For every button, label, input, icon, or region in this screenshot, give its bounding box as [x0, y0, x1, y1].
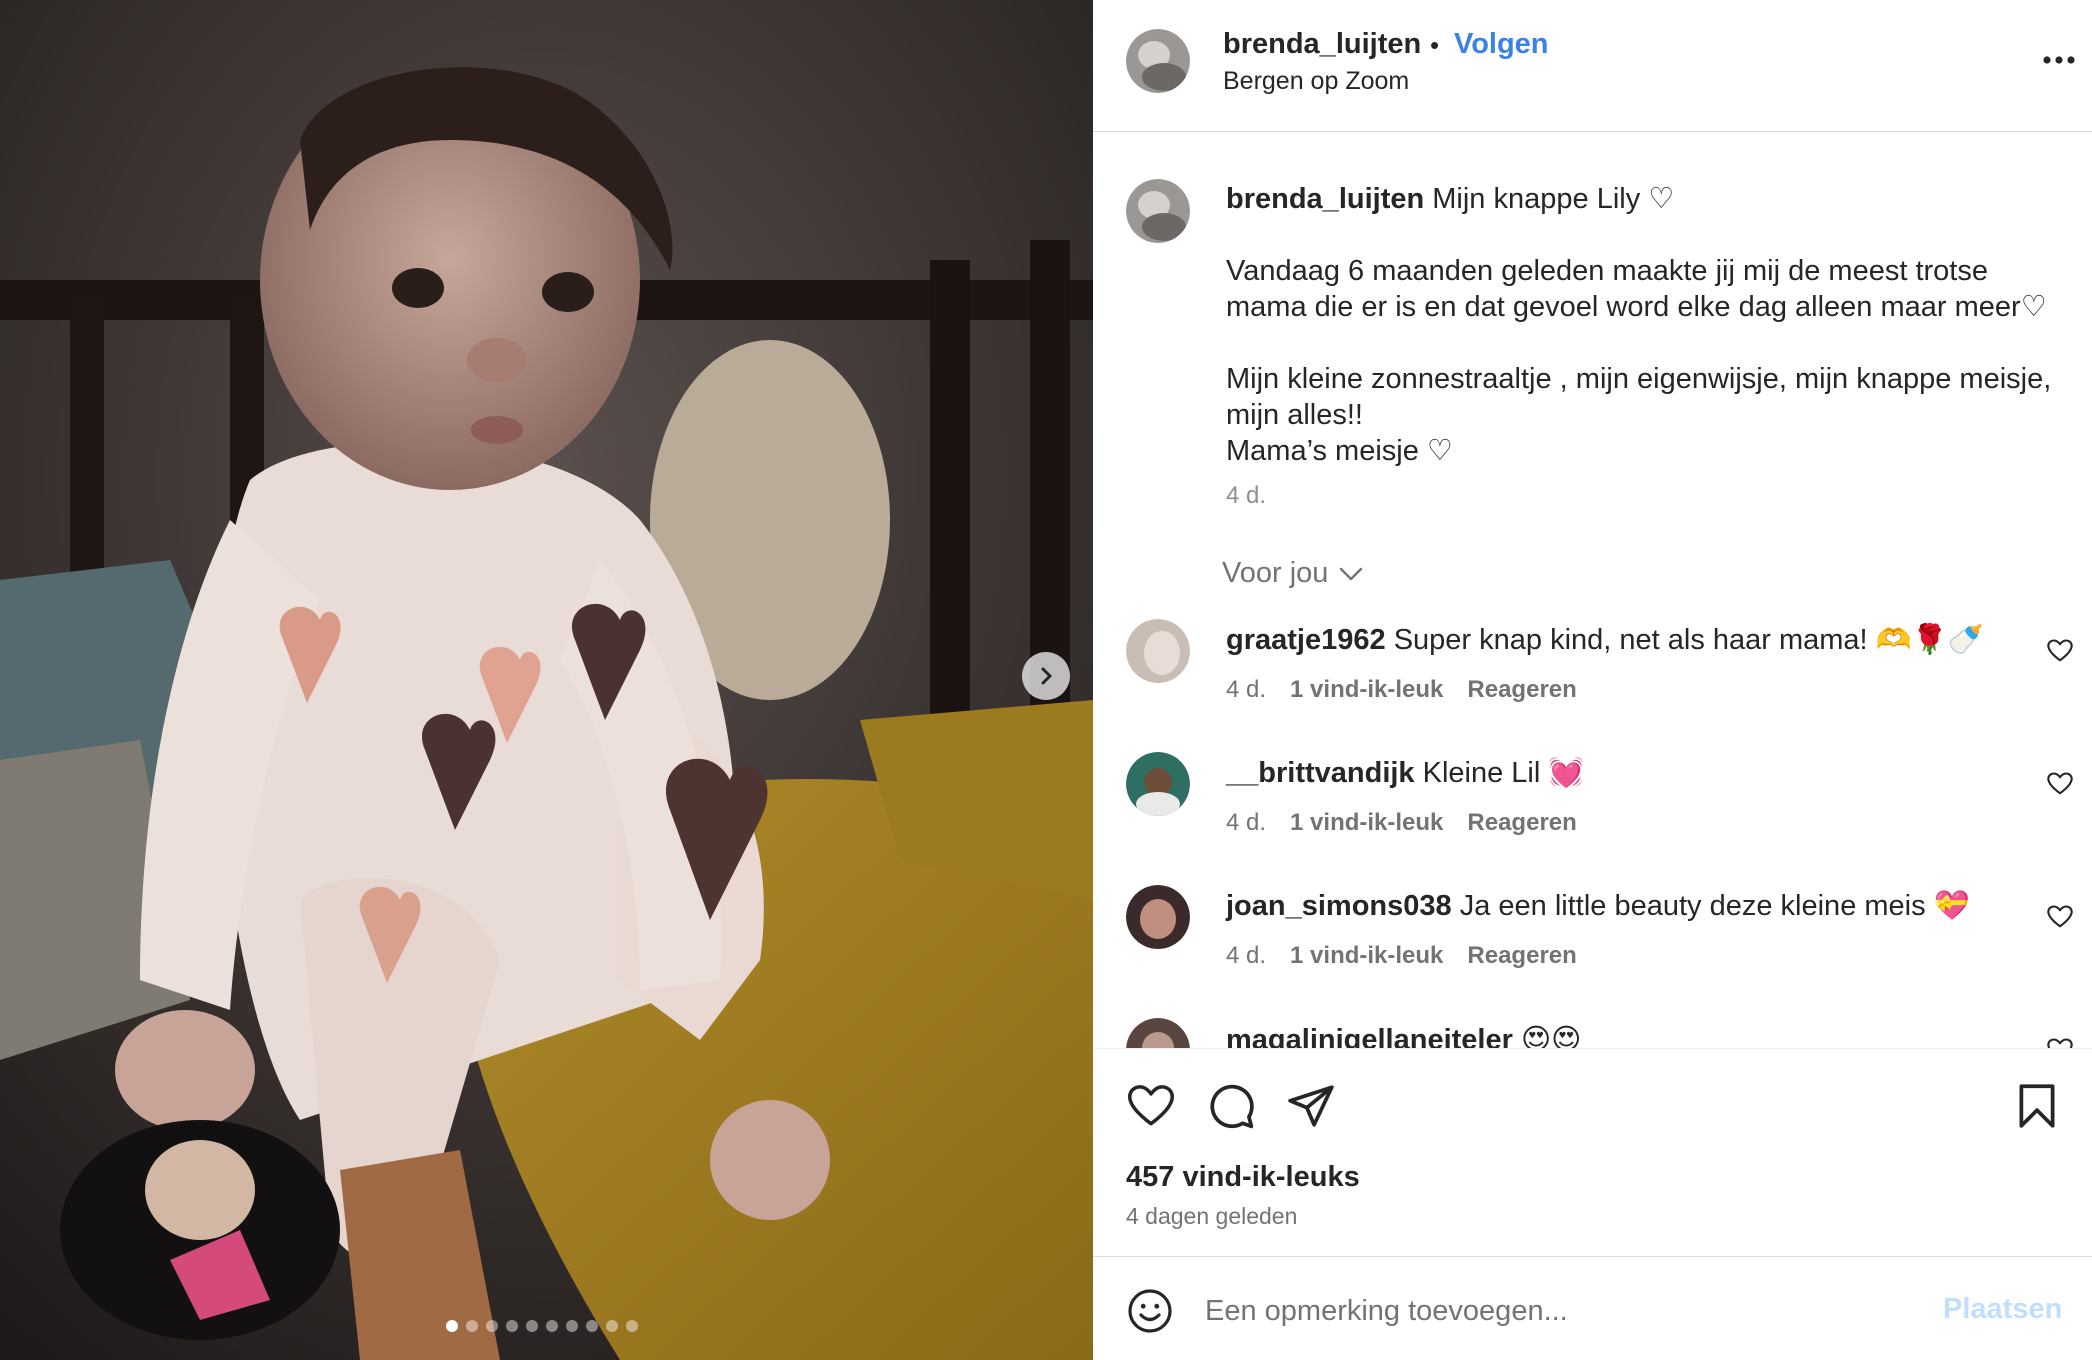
comment-username[interactable]: magalinigellaneiteler — [1226, 1024, 1513, 1048]
carousel-dot — [626, 1320, 638, 1332]
carousel-dot — [506, 1320, 518, 1332]
comment-text: Super knap kind, net als haar mama! 🫶🌹🍼 — [1393, 624, 1984, 656]
baby-photo-image — [0, 0, 1093, 1360]
carousel-dot — [446, 1320, 458, 1332]
comments-section[interactable]: brenda_luijten Mijn knappe Lily ♡ Vandaa… — [1093, 133, 2092, 1048]
comment-username[interactable]: __brittvandijk — [1226, 757, 1415, 789]
carousel-dot — [466, 1320, 478, 1332]
caption-username[interactable]: brenda_luijten — [1226, 183, 1424, 215]
comment-time[interactable]: 4 d. — [1226, 676, 1266, 704]
avatar[interactable] — [1126, 885, 1190, 949]
reply-button[interactable]: Reageren — [1467, 942, 1576, 970]
caption: brenda_luijten Mijn knappe Lily ♡ Vandaa… — [1226, 181, 2071, 469]
comment-likes[interactable]: 1 vind-ik-leuk — [1290, 676, 1443, 704]
carousel-dot — [566, 1320, 578, 1332]
more-options-button[interactable] — [2035, 38, 2083, 82]
likes-count[interactable]: 457 vind-ik-leuks — [1126, 1161, 1360, 1194]
heart-icon[interactable] — [1126, 1081, 1176, 1131]
next-slide-button[interactable] — [1022, 652, 1070, 700]
separator-dot: • — [1430, 30, 1440, 60]
comment: __brittvandijk Kleine Lil 💓 4 d. 1 vind-… — [1093, 752, 2092, 872]
share-icon[interactable] — [1286, 1081, 1336, 1131]
reply-button[interactable]: Reageren — [1467, 676, 1576, 704]
carousel-dot — [586, 1320, 598, 1332]
carousel-dot — [486, 1320, 498, 1332]
comment-composer: Plaatsen — [1093, 1256, 2092, 1360]
caption-timestamp[interactable]: 4 d. — [1226, 482, 1266, 510]
post-actions: 457 vind-ik-leuks 4 dagen geleden — [1093, 1048, 2092, 1256]
chevron-down-icon — [1340, 567, 1363, 580]
avatar[interactable] — [1126, 1018, 1190, 1048]
comment-username[interactable]: graatje1962 — [1226, 624, 1386, 656]
emoji-icon[interactable] — [1126, 1287, 1174, 1335]
for-you-dropdown[interactable]: Voor jou — [1222, 557, 1364, 590]
comment-username[interactable]: joan_simons038 — [1226, 890, 1452, 922]
comment: joan_simons038 Ja een little beauty deze… — [1093, 885, 2092, 1005]
comment-time[interactable]: 4 d. — [1226, 809, 1266, 837]
follow-button[interactable]: Volgen — [1454, 28, 1549, 61]
carousel-dot — [526, 1320, 538, 1332]
comment-text: Ja een little beauty deze kleine meis 💝 — [1459, 890, 1970, 922]
comment-text: Kleine Lil 💓 — [1422, 757, 1585, 789]
comment: graatje1962 Super knap kind, net als haa… — [1093, 619, 2092, 739]
comment-likes[interactable]: 1 vind-ik-leuk — [1290, 942, 1443, 970]
avatar[interactable] — [1126, 29, 1190, 93]
heart-icon[interactable] — [2046, 770, 2074, 798]
location[interactable]: Bergen op Zoom — [1223, 67, 1409, 96]
caption-line: Mijn knappe Lily ♡ — [1432, 183, 1675, 215]
heart-icon[interactable] — [2046, 903, 2074, 931]
comment-likes[interactable]: 1 vind-ik-leuk — [1290, 809, 1443, 837]
caption-line: Mama’s meisje ♡ — [1226, 435, 1453, 467]
caption-line: Vandaag 6 maanden geleden maakte jij mij… — [1226, 255, 2047, 323]
username[interactable]: brenda_luijten — [1223, 28, 1421, 61]
heart-icon[interactable] — [2046, 1036, 2074, 1048]
post-side-panel: brenda_luijten • Volgen Bergen op Zoom b… — [1093, 0, 2092, 1360]
avatar[interactable] — [1126, 179, 1190, 243]
post-comment-button[interactable]: Plaatsen — [1943, 1293, 2062, 1326]
post-header: brenda_luijten • Volgen Bergen op Zoom — [1093, 0, 2092, 132]
carousel-dot — [606, 1320, 618, 1332]
caption-line: Mijn kleine zonnestraaltje , mijn eigenw… — [1226, 363, 2052, 431]
carousel-indicator — [446, 1320, 638, 1332]
for-you-label: Voor jou — [1222, 557, 1329, 589]
carousel-dot — [546, 1320, 558, 1332]
comment-text: 😍😍 — [1520, 1024, 1582, 1048]
post-date: 4 dagen geleden — [1126, 1203, 1298, 1229]
post-photo[interactable] — [0, 0, 1093, 1360]
avatar[interactable] — [1126, 619, 1190, 683]
heart-icon[interactable] — [2046, 637, 2074, 665]
comment-input[interactable] — [1205, 1287, 1905, 1335]
more-icon — [2043, 56, 2075, 64]
comment-time[interactable]: 4 d. — [1226, 942, 1266, 970]
bookmark-icon[interactable] — [2012, 1081, 2062, 1131]
reply-button[interactable]: Reageren — [1467, 809, 1576, 837]
comment: magalinigellaneiteler 😍😍 — [1093, 1018, 2092, 1048]
comment-icon[interactable] — [1206, 1081, 1256, 1131]
chevron-right-icon — [1041, 667, 1052, 685]
avatar[interactable] — [1126, 752, 1190, 816]
